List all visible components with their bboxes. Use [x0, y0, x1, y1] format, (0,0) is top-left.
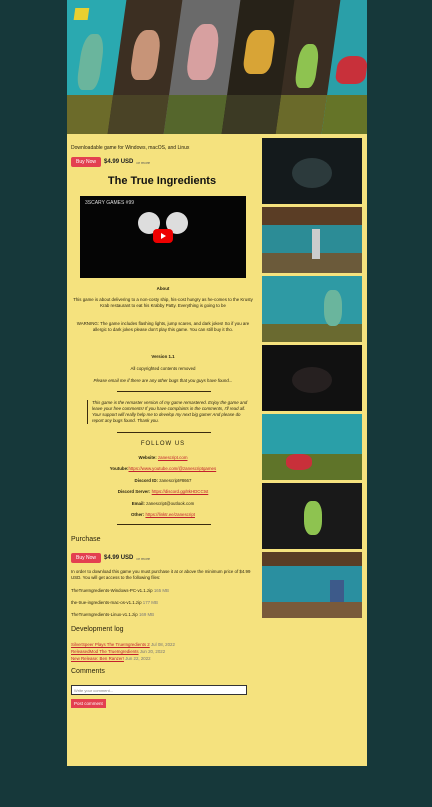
website-line: Website: zanescript.com [71, 455, 255, 461]
price: $4.99 USD [104, 159, 134, 165]
purchase-note: In order to download this game you must … [71, 569, 251, 580]
purchase-price: $4.99 USD [104, 555, 134, 561]
buy-now-button[interactable]: Buy Now [71, 157, 102, 167]
screenshot-1[interactable] [262, 138, 362, 204]
screenshot-7[interactable] [262, 552, 362, 618]
banner-image [67, 0, 367, 134]
divider [117, 432, 211, 433]
discord-id-label: Discord ID: [134, 478, 158, 483]
or-more-label: or more [136, 159, 151, 165]
file-item: TheTrueIngredients-Linux-v1.1.zip 169 MB [71, 612, 154, 617]
about-description: This game is about delivering to a non-c… [73, 297, 253, 308]
follow-heading: FOLLOW US [140, 441, 186, 447]
email-line: Email: zanescript@outlook.com [71, 501, 255, 507]
devlog-date: Jun 22, 2022 [125, 656, 151, 661]
email-value: zanescript@outlook.com [146, 501, 195, 506]
website-label: Website: [138, 455, 157, 460]
purchase-heading: Purchase [71, 536, 101, 543]
devlog-entry: ReleasedMod The TrueIngredients Jun 20, … [71, 649, 165, 654]
youtube-label: Youtube: [109, 466, 129, 471]
divider [117, 524, 211, 525]
file-name: TheTrueIngredients-Linux-v1.1.zip [71, 612, 138, 617]
file-item: the-true-ingredients-mac-os-v1.1.zip 177… [71, 600, 158, 605]
youtube-link[interactable]: https://www.youtube.com/@zanescriptgames [129, 466, 217, 471]
about-heading: About [156, 286, 170, 291]
video-channel-title: 3SCARY GAMES #99 [85, 200, 135, 206]
screenshot-6[interactable] [262, 483, 362, 549]
game-page: Downloadable game for Windows, macOS, an… [67, 0, 367, 766]
divider [117, 391, 211, 392]
email-label: Email: [131, 501, 145, 506]
warning-text: WARNING: The game includes flashing ligh… [76, 321, 250, 332]
file-name: TheTrueIngredients-Windows-PC-v1.1.zip [71, 588, 153, 593]
devlog-link[interactable]: ReleasedMod The TrueIngredients [71, 649, 139, 654]
file-size: 165 MB [153, 588, 169, 593]
screenshot-5[interactable] [262, 414, 362, 480]
purchase-buy-row: Buy Now $4.99 USD or more [71, 553, 150, 563]
screenshot-4[interactable] [262, 345, 362, 411]
discord-id-value: zanescript#8667 [159, 478, 192, 483]
file-size: 169 MB [138, 612, 155, 617]
post-comment-button[interactable]: Post comment [71, 699, 106, 708]
platform-tagline: Downloadable game for Windows, macOS, an… [71, 145, 190, 151]
buy-row: Buy Now $4.99 USD or more [71, 157, 150, 167]
comments-heading: Comments [71, 668, 105, 675]
other-label: Other: [131, 512, 145, 517]
comment-input[interactable]: Write your comment... [71, 685, 247, 695]
other-link[interactable]: https://linktr.ee/zanescript [145, 512, 195, 517]
bug-report-note: Please email me if there are any other b… [93, 378, 233, 383]
screenshot-3[interactable] [262, 276, 362, 342]
copyright-note: All copyrighted contents removed [130, 366, 196, 371]
version-text: Version 1.1 [151, 354, 175, 359]
devlog-link[interactable]: New Release: Ben Ranzer! [71, 656, 124, 661]
other-line: Other: https://linktr.ee/zanescript [71, 512, 255, 518]
devlog-entry: New Release: Ben Ranzer! Jun 22, 2022 [71, 656, 151, 661]
youtube-video-embed[interactable]: 3SCARY GAMES #99 [80, 196, 246, 278]
discord-id-line: Discord ID: zanescript#8667 [71, 478, 255, 484]
author-quote: This game is the remaster version of my … [87, 400, 252, 424]
game-title: The True Ingredients [107, 175, 217, 187]
devlog-link[interactable]: SilverSpeer Plays The TrueIngredients 2 [71, 642, 150, 647]
purchase-buy-now-button[interactable]: Buy Now [71, 553, 102, 563]
devlog-date: Jul 08, 2022 [150, 642, 175, 647]
file-item: TheTrueIngredients-Windows-PC-v1.1.zip 1… [71, 588, 169, 593]
website-link[interactable]: zanescript.com [158, 455, 188, 460]
screenshot-2[interactable] [262, 207, 362, 273]
discord-server-line: Discord Server: https://discord.gg/8kHDC… [71, 489, 255, 495]
purchase-or-more-label: or more [136, 555, 151, 561]
play-icon[interactable] [153, 229, 173, 243]
devlog-date: Jun 20, 2022 [139, 649, 166, 654]
devlog-heading: Development log [71, 626, 124, 633]
devlog-entry: SilverSpeer Plays The TrueIngredients 2 … [71, 642, 175, 647]
discord-server-label: Discord Server: [117, 489, 151, 494]
file-name: the-true-ingredients-mac-os-v1.1.zip [71, 600, 142, 605]
youtube-line: Youtube:https://www.youtube.com/@zanescr… [71, 466, 255, 472]
file-size: 177 MB [142, 600, 158, 605]
discord-server-link[interactable]: https://discord.gg/8kHDCCtst [152, 489, 209, 494]
